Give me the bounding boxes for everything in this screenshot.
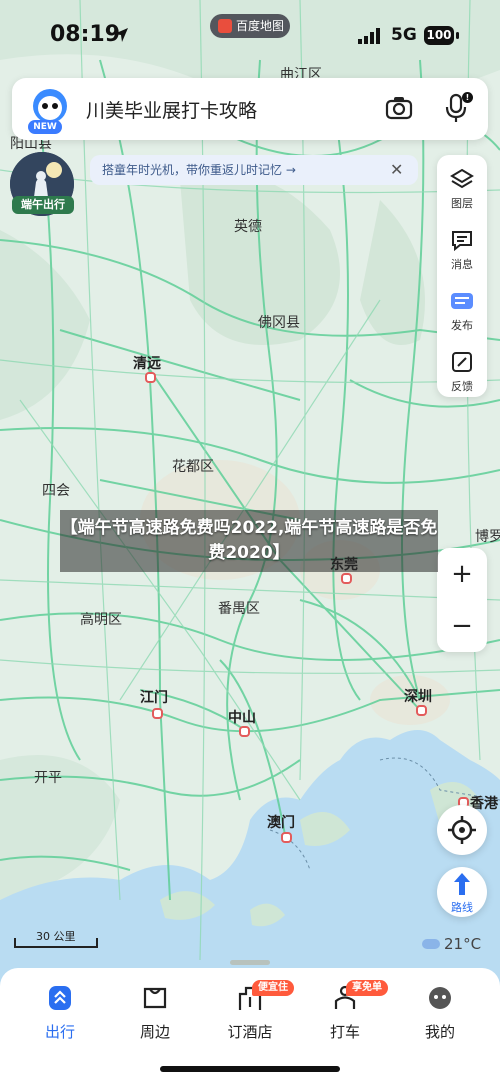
battery-icon: 100 [424,26,454,45]
layers-icon [450,168,474,189]
drag-handle[interactable] [230,960,270,965]
travel-icon [49,986,71,1010]
nearby-icon [143,987,167,1009]
map-label-sihui[interactable]: 四会 [42,480,70,500]
message-icon [452,231,472,252]
tool-publish[interactable]: 发布 [437,279,487,337]
map-label-macau[interactable]: 澳门 [267,812,295,832]
map-toolbar: 图层 消息 发布 反馈 [437,155,487,397]
route-button[interactable]: 路线 [437,867,487,917]
route-arrow-icon [454,873,470,895]
tool-layers[interactable]: 图层 [437,157,487,215]
article-title-banner: 【端午节高速路免费吗2022,端午节高速路是否免费2020】 [60,510,438,572]
mic-alert-badge: ! [462,92,473,103]
city-pin [152,708,163,719]
map-label-jiangmen[interactable]: 江门 [140,687,168,707]
search-bar[interactable]: NEW 川美毕业展打卡攻略 [12,78,488,140]
tool-label: 反馈 [451,380,473,393]
feedback-icon [452,352,472,372]
baidu-map-icon [218,19,232,33]
app-pill[interactable]: 百度地图 [210,14,290,38]
city-pin [145,372,156,383]
hotel-promo-tag: 便宜住 [252,980,294,996]
search-input[interactable]: 川美毕业展打卡攻略 [86,96,257,123]
zoom-in-button[interactable]: + [437,548,487,600]
tool-feedback[interactable]: 反馈 [437,340,487,398]
signal-icon [358,28,380,44]
tip-banner[interactable]: 搭童年时光机，带你重返儿时记忆 → ✕ [90,155,418,185]
map-label-huadu[interactable]: 花都区 [172,456,214,476]
map-label-zhongshan[interactable]: 中山 [228,707,256,727]
city-pin [281,832,292,843]
tool-label: 消息 [451,258,473,271]
map-label-gaoming[interactable]: 高明区 [80,609,122,629]
city-pin [416,705,427,716]
crosshair-icon [448,816,476,844]
map-label-qingyuan[interactable]: 清远 [133,353,161,373]
locate-button[interactable] [437,805,487,855]
app-name: 百度地图 [236,19,285,33]
map-label-shenzhen[interactable]: 深圳 [404,686,432,706]
promo-label[interactable]: 端午出行 [12,196,74,214]
tool-label: 发布 [451,319,473,332]
map-label-panyu[interactable]: 番禺区 [218,598,260,618]
publish-icon [451,293,473,309]
profile-icon [429,987,451,1009]
map-label-fogang[interactable]: 佛冈县 [258,312,300,332]
weather-temp: 21°C [444,935,482,953]
tool-message[interactable]: 消息 [437,218,487,276]
home-indicator[interactable] [160,1066,340,1072]
article-title: 【端午节高速路免费吗2022,端午节高速路是否免费2020】 [60,518,438,563]
camera-icon[interactable] [385,96,413,120]
taxi-promo-tag: 享免单 [346,980,388,996]
battery-tip [456,32,459,39]
tab-label: 我的 [424,1023,455,1041]
tab-label: 订酒店 [227,1023,273,1041]
close-icon[interactable]: ✕ [390,155,403,185]
map-label-yingde[interactable]: 英德 [234,216,262,236]
status-bar: 08:19 百度地图 5G 100 [0,0,500,70]
route-label: 路线 [451,901,473,914]
city-pin [239,726,250,737]
map-label-kaiping[interactable]: 开平 [34,767,62,787]
network-type: 5G [391,25,417,45]
weather[interactable]: 21°C [422,935,481,953]
scale-bar [14,938,98,948]
map-label-boluo[interactable]: 博罗 [475,526,500,546]
city-pin [341,573,352,584]
tab-label: 周边 [139,1023,170,1041]
location-arrow-icon [114,28,128,42]
tab-label: 出行 [44,1023,75,1041]
zoom-out-button[interactable]: − [437,600,487,652]
zoom-control: + − [437,548,487,652]
tip-text[interactable]: 搭童年时光机，带你重返儿时记忆 → [102,155,296,185]
cloud-icon [422,939,440,949]
tool-label: 图层 [451,197,473,210]
status-time: 08:19 [50,22,121,47]
new-badge: NEW [28,120,62,134]
tab-label: 打车 [329,1023,360,1041]
